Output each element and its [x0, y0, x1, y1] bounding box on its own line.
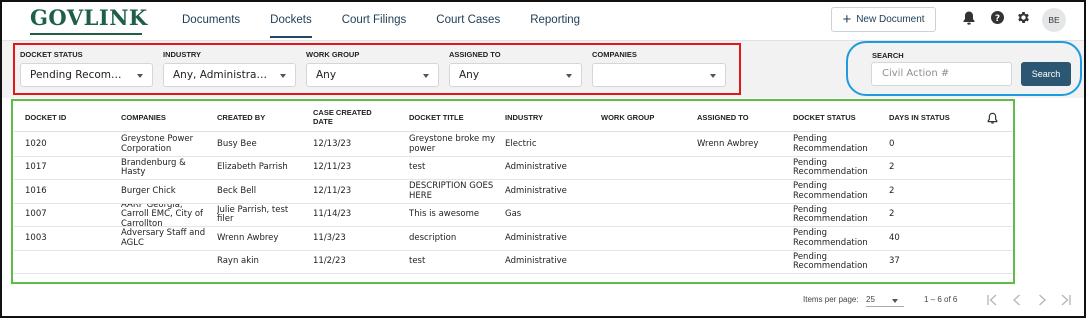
logo-underline	[30, 33, 142, 35]
chevron-down-icon	[892, 299, 898, 303]
table-highlight-box	[11, 99, 1015, 284]
gear-icon[interactable]	[1016, 10, 1032, 28]
last-page-icon[interactable]	[1059, 292, 1073, 308]
nav-court-filings[interactable]: Court Filings	[342, 2, 407, 38]
search-highlight-box	[846, 41, 1082, 96]
plus-icon: +	[842, 11, 852, 28]
previous-page-icon[interactable]	[1010, 292, 1024, 308]
nav-court-cases[interactable]: Court Cases	[436, 2, 500, 38]
new-document-label: New Document	[856, 14, 925, 25]
help-icon[interactable]: ?	[990, 10, 1006, 28]
nav-dockets[interactable]: Dockets	[270, 2, 312, 38]
svg-text:?: ?	[995, 14, 1000, 24]
filters-highlight-box	[13, 43, 741, 95]
nav-documents[interactable]: Documents	[182, 2, 240, 38]
govlink-logo[interactable]: GOVLINK	[30, 6, 147, 38]
new-document-button[interactable]: + New Document	[831, 7, 936, 32]
nav-reporting[interactable]: Reporting	[530, 2, 580, 38]
next-page-icon[interactable]	[1035, 292, 1049, 308]
paginator: Items per page: 25 1 – 6 of 6	[0, 288, 1086, 312]
items-per-page-label: Items per page:	[803, 295, 859, 304]
page-range-label: 1 – 6 of 6	[924, 295, 958, 304]
bell-icon[interactable]	[962, 10, 978, 28]
items-per-page-select[interactable]: 25	[866, 292, 904, 307]
logo-text: GOVLINK	[30, 5, 148, 30]
first-page-icon[interactable]	[985, 292, 999, 308]
main-nav: Documents Dockets Court Filings Court Ca…	[182, 2, 610, 42]
user-avatar[interactable]: BE	[1042, 8, 1066, 32]
